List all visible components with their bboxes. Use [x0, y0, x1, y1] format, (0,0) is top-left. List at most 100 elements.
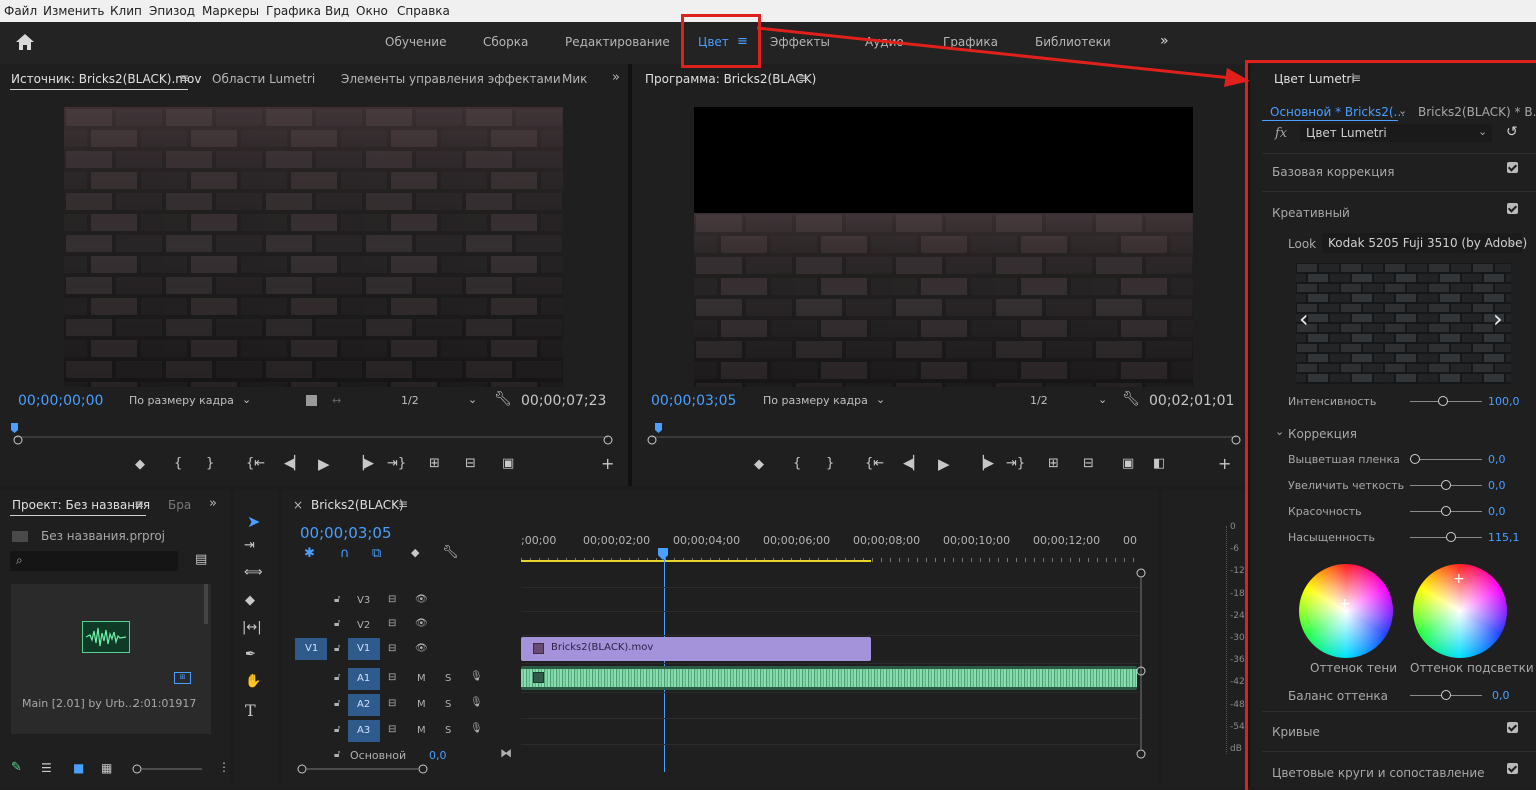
- eye-icon[interactable]: 👁︎: [415, 643, 428, 654]
- timeline-timecode[interactable]: 00;00;03;05: [300, 524, 392, 542]
- menu-clip[interactable]: Клип: [110, 4, 142, 18]
- overwrite-icon[interactable]: ⊟: [465, 456, 476, 471]
- go-to-in-icon[interactable]: {⇤: [246, 456, 265, 471]
- sync-lock-icon[interactable]: ⊟: [388, 643, 396, 654]
- mark-in-icon[interactable]: {: [793, 456, 801, 471]
- safe-margins-icon[interactable]: [306, 395, 317, 406]
- lock-icon[interactable]: 🔓︎: [334, 672, 340, 683]
- lock-icon[interactable]: 🔓︎: [334, 643, 340, 654]
- program-timecode[interactable]: 00;00;03;05: [651, 393, 736, 409]
- microphone-icon[interactable]: 🎙︎: [470, 671, 483, 682]
- menu-file[interactable]: Файл: [4, 4, 37, 18]
- track-select-tool-icon[interactable]: ⇥: [244, 538, 255, 553]
- mute-button[interactable]: M: [417, 725, 426, 736]
- mark-out-icon[interactable]: }: [206, 456, 214, 471]
- settings-wrench-icon[interactable]: 🔧︎: [494, 391, 512, 407]
- add-marker-icon[interactable]: ◆: [411, 546, 419, 559]
- sync-lock-icon[interactable]: ⊟: [388, 594, 396, 605]
- export-frame-icon[interactable]: ▣: [1122, 456, 1134, 471]
- settings-wrench-icon[interactable]: 🔧︎: [1122, 391, 1140, 407]
- menu-help[interactable]: Справка: [397, 4, 450, 18]
- type-tool-icon[interactable]: T: [245, 701, 256, 720]
- lift-icon[interactable]: ⊞: [1048, 456, 1059, 471]
- go-to-out-icon[interactable]: ⇥}: [387, 456, 406, 471]
- selection-tool-icon[interactable]: ➤: [247, 512, 260, 531]
- comparison-view-icon[interactable]: ◧: [1153, 456, 1165, 471]
- ripple-edit-tool-icon[interactable]: ⟺: [244, 565, 263, 580]
- track-target-a1[interactable]: A1: [348, 668, 380, 690]
- add-button-icon[interactable]: +: [601, 454, 614, 473]
- mute-button[interactable]: M: [417, 699, 426, 710]
- add-button-icon[interactable]: +: [1218, 454, 1231, 473]
- source-scrubber[interactable]: [8, 419, 620, 445]
- microphone-icon[interactable]: 🎙︎: [470, 697, 483, 708]
- lock-icon[interactable]: 🔓︎: [334, 618, 340, 629]
- workspace-editing[interactable]: Редактирование: [565, 35, 670, 49]
- project-scrollbar[interactable]: [204, 584, 208, 624]
- tab-audio-mixer[interactable]: Мик: [562, 72, 587, 86]
- write-protect-pencil-icon[interactable]: ✎: [11, 760, 22, 775]
- solo-button[interactable]: S: [445, 699, 451, 710]
- sync-lock-icon[interactable]: ⊟: [388, 672, 396, 683]
- lock-icon[interactable]: 🔓︎: [334, 724, 340, 735]
- more-panels-icon[interactable]: »: [209, 496, 217, 511]
- tab-effect-controls[interactable]: Элементы управления эффектами: [341, 72, 561, 86]
- tab-project[interactable]: Проект: Без названия: [12, 498, 150, 512]
- audio-clip[interactable]: [521, 666, 1137, 690]
- tab-browser[interactable]: Бра: [168, 498, 191, 512]
- panel-menu-icon[interactable]: ≡: [179, 71, 189, 85]
- menu-markers[interactable]: Маркеры: [202, 4, 259, 18]
- add-marker-icon[interactable]: ◆: [754, 457, 764, 472]
- step-forward-icon[interactable]: ▕▶: [354, 456, 374, 471]
- tab-lumetri-scopes[interactable]: Области Lumetri: [212, 72, 315, 86]
- work-area-bar[interactable]: [521, 560, 871, 562]
- source-timecode[interactable]: 00;00;00;00: [18, 393, 103, 409]
- panel-menu-icon[interactable]: ≡: [398, 497, 408, 511]
- freeform-view-icon[interactable]: ▦: [101, 761, 112, 775]
- insert-icon[interactable]: ⊞: [429, 456, 440, 471]
- extract-icon[interactable]: ⊟: [1083, 456, 1094, 471]
- lock-icon[interactable]: 🔓︎: [334, 698, 340, 709]
- timeline-zoom-scrollbar[interactable]: [296, 763, 1138, 775]
- eye-icon[interactable]: 👁︎: [415, 618, 428, 629]
- workspace-learning[interactable]: Обучение: [385, 35, 446, 49]
- step-back-icon[interactable]: ◀▏: [284, 456, 304, 471]
- menu-view[interactable]: Вид: [325, 4, 349, 18]
- list-view-icon[interactable]: ☰: [41, 761, 52, 775]
- pen-tool-icon[interactable]: ✒: [245, 647, 256, 662]
- go-to-end-icon[interactable]: ⧓: [500, 746, 512, 760]
- close-icon[interactable]: ×: [293, 498, 303, 512]
- tab-source[interactable]: Источник: Bricks2(BLACK).mov: [11, 72, 201, 86]
- program-scrubber[interactable]: [646, 419, 1242, 445]
- mark-in-icon[interactable]: {: [174, 456, 182, 471]
- lock-icon[interactable]: 🔓︎: [334, 594, 340, 605]
- timeline-settings-wrench-icon[interactable]: 🔧︎: [442, 545, 459, 560]
- hand-tool-icon[interactable]: ✋: [245, 674, 261, 689]
- solo-button[interactable]: S: [445, 725, 451, 736]
- icon-view-icon[interactable]: ■: [73, 761, 84, 775]
- microphone-icon[interactable]: 🎙︎: [470, 723, 483, 734]
- track-target-a2[interactable]: A2: [348, 694, 380, 716]
- home-icon[interactable]: [15, 33, 35, 51]
- track-target-a3[interactable]: A3: [348, 720, 380, 742]
- timeline-sequence-tab[interactable]: Bricks2(BLACK): [311, 498, 404, 512]
- track-target-v1[interactable]: V1: [348, 638, 380, 660]
- track-height-handle[interactable]: [1135, 665, 1147, 677]
- export-frame-icon[interactable]: ▣: [502, 456, 514, 471]
- time-ruler[interactable]: ;00;00 00;00;02;00 00;00;04;00 00;00;06;…: [521, 520, 1141, 565]
- sync-lock-icon[interactable]: ⊟: [388, 724, 396, 735]
- mute-button[interactable]: M: [417, 673, 426, 684]
- nest-sequence-icon[interactable]: ✱: [304, 546, 315, 561]
- lock-icon[interactable]: 🔓︎: [334, 749, 340, 760]
- step-forward-icon[interactable]: ▕▶: [974, 456, 994, 471]
- solo-button[interactable]: S: [445, 673, 451, 684]
- play-icon[interactable]: ▶: [318, 455, 330, 473]
- mark-out-icon[interactable]: }: [826, 456, 834, 471]
- source-resolution-dropdown[interactable]: 1/2: [401, 394, 419, 407]
- project-clip-item[interactable]: ⊞ Main [2.01] by Urb... 2:01:01917: [11, 584, 211, 734]
- new-bin-icon[interactable]: ▤: [195, 552, 207, 567]
- razor-tool-icon[interactable]: ◆: [245, 593, 255, 608]
- snap-magnet-icon[interactable]: ∩: [340, 546, 350, 561]
- source-fit-dropdown[interactable]: По размеру кадра: [129, 394, 234, 407]
- step-back-icon[interactable]: ◀▏: [903, 456, 923, 471]
